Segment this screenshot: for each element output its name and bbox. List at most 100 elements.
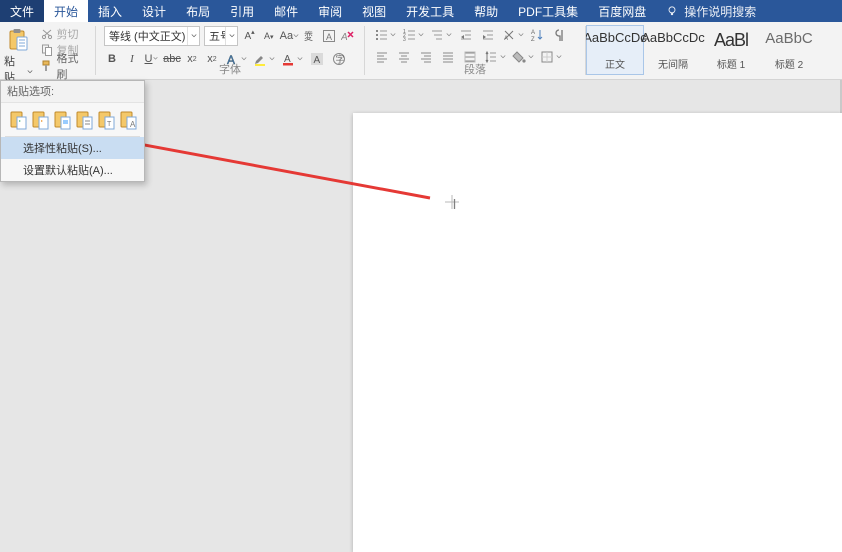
- svg-text:A: A: [531, 30, 535, 36]
- tell-me-search[interactable]: 操作说明搜索: [656, 0, 766, 22]
- highlight-button[interactable]: [252, 50, 276, 68]
- group-paragraph: 123 A AZ 段落: [365, 22, 585, 79]
- lightbulb-icon: [666, 5, 678, 17]
- chevron-down-icon: [27, 66, 33, 72]
- strikethrough-button[interactable]: abc: [164, 50, 180, 68]
- chevron-down-icon: [153, 56, 159, 62]
- grow-font-button[interactable]: A▴: [242, 27, 257, 45]
- font-size-value: 五号: [205, 28, 225, 44]
- tab-baidu-netdisk[interactable]: 百度网盘: [588, 0, 656, 22]
- sort-button[interactable]: AZ: [529, 26, 545, 44]
- style-preview: AaBbCcDc: [641, 30, 705, 45]
- italic-button[interactable]: I: [124, 50, 140, 68]
- paint-bucket-icon: [511, 50, 527, 64]
- bold-button[interactable]: B: [104, 50, 120, 68]
- tell-me-label: 操作说明搜索: [684, 3, 756, 20]
- font-name-combo[interactable]: 等线 (中文正文): [104, 26, 200, 46]
- increase-indent-button[interactable]: [479, 26, 497, 44]
- paste-keep-source-icon[interactable]: [7, 108, 28, 130]
- paste-values-icon[interactable]: T: [95, 108, 116, 130]
- sort-icon: AZ: [529, 28, 545, 42]
- tab-file[interactable]: 文件: [0, 0, 44, 22]
- change-case-button[interactable]: Aa: [280, 27, 298, 45]
- cut-label: 剪切: [57, 26, 79, 42]
- chevron-down-icon: [296, 56, 304, 62]
- tab-review[interactable]: 审阅: [308, 0, 352, 22]
- clear-formatting-button[interactable]: A: [341, 27, 356, 45]
- style-no-spacing[interactable]: AaBbCcDc 无间隔: [644, 25, 702, 75]
- style-heading-1[interactable]: AaBl 标题 1: [702, 25, 760, 75]
- chevron-down-icon: [389, 32, 397, 38]
- decrease-indent-button[interactable]: [457, 26, 475, 44]
- paste-special-menu-item[interactable]: 选择性粘贴(S)...: [1, 137, 144, 159]
- paste-keep-text-icon[interactable]: [73, 108, 94, 130]
- multilevel-list-icon: [429, 28, 445, 42]
- font-color-icon: A: [280, 52, 296, 66]
- style-name: 标题 1: [717, 56, 745, 71]
- tab-design[interactable]: 设计: [132, 0, 176, 22]
- multilevel-list-button[interactable]: [429, 26, 453, 44]
- chevron-down-icon: [268, 56, 276, 62]
- borders-button[interactable]: [539, 48, 563, 66]
- style-name: 无间隔: [658, 56, 688, 71]
- phonetic-guide-button[interactable]: 変wén: [302, 27, 317, 45]
- tab-pdf-tools[interactable]: PDF工具集: [508, 0, 588, 22]
- tab-home[interactable]: 开始: [44, 0, 88, 22]
- svg-text:字: 字: [336, 54, 345, 65]
- enclose-char-button[interactable]: 字: [330, 50, 348, 68]
- paste-link-icon[interactable]: A: [117, 108, 138, 130]
- numbering-button[interactable]: 123: [401, 26, 425, 44]
- ribbon-tabs: 文件 开始 插入 设计 布局 引用 邮件 审阅 视图 开发工具 帮助 PDF工具…: [0, 0, 842, 22]
- tab-view[interactable]: 视图: [352, 0, 396, 22]
- paste-picture-icon[interactable]: [51, 108, 72, 130]
- style-name: 正文: [605, 56, 625, 71]
- tab-mailings[interactable]: 邮件: [264, 0, 308, 22]
- asian-layout-button[interactable]: A: [501, 26, 525, 44]
- style-name: 标题 2: [775, 56, 803, 71]
- svg-text:A: A: [326, 32, 332, 42]
- bullets-icon: [373, 28, 389, 42]
- tab-insert[interactable]: 插入: [88, 0, 132, 22]
- clipboard-side-buttons: 剪切 复制 格式刷: [39, 26, 89, 73]
- highlight-icon: [252, 52, 268, 66]
- paste-options-header: 粘贴选项:: [1, 81, 144, 103]
- tab-layout[interactable]: 布局: [176, 0, 220, 22]
- show-hide-marks-button[interactable]: [549, 26, 567, 44]
- tab-references[interactable]: 引用: [220, 0, 264, 22]
- align-left-button[interactable]: [373, 48, 391, 66]
- set-default-paste-menu-item[interactable]: 设置默认粘贴(A)...: [1, 159, 144, 181]
- style-normal[interactable]: AaBbCcDc 正文: [586, 25, 644, 75]
- font-size-combo[interactable]: 五号: [204, 26, 238, 46]
- format-painter-icon: [41, 60, 53, 72]
- paste-merge-formatting-icon[interactable]: [29, 108, 50, 130]
- group-styles: AaBbCcDc 正文 AaBbCcDc 无间隔 AaBl 标题 1 AaBbC…: [586, 22, 842, 79]
- tab-developer[interactable]: 开发工具: [396, 0, 464, 22]
- style-heading-2[interactable]: AaBbC 标题 2: [760, 25, 818, 75]
- format-painter-button[interactable]: 格式刷: [39, 58, 89, 73]
- text-effects-button[interactable]: A: [224, 50, 248, 68]
- chevron-down-icon: [293, 33, 299, 39]
- format-painter-label: 格式刷: [57, 50, 87, 82]
- char-border-button[interactable]: A: [322, 27, 337, 45]
- align-justify-button[interactable]: [439, 48, 457, 66]
- chevron-down-icon: [517, 32, 525, 38]
- align-center-button[interactable]: [395, 48, 413, 66]
- align-right-button[interactable]: [417, 48, 435, 66]
- document-page[interactable]: [353, 113, 842, 552]
- paste-button[interactable]: 粘贴: [2, 26, 35, 87]
- align-distributed-button[interactable]: [461, 48, 479, 66]
- bullets-button[interactable]: [373, 26, 397, 44]
- ribbon: 粘贴 剪切 复制: [0, 22, 842, 80]
- shrink-font-button[interactable]: A▾: [261, 27, 276, 45]
- char-shading-button[interactable]: A: [308, 50, 326, 68]
- font-color-button[interactable]: A: [280, 50, 304, 68]
- underline-button[interactable]: U: [144, 50, 160, 68]
- tab-help[interactable]: 帮助: [464, 0, 508, 22]
- chevron-down-icon: [527, 54, 535, 60]
- subscript-button[interactable]: x2: [184, 50, 200, 68]
- superscript-button[interactable]: x2: [204, 50, 220, 68]
- line-spacing-button[interactable]: [483, 48, 507, 66]
- shading-button[interactable]: [511, 48, 535, 66]
- cut-button[interactable]: 剪切: [39, 26, 89, 41]
- scissors-icon: [41, 28, 53, 40]
